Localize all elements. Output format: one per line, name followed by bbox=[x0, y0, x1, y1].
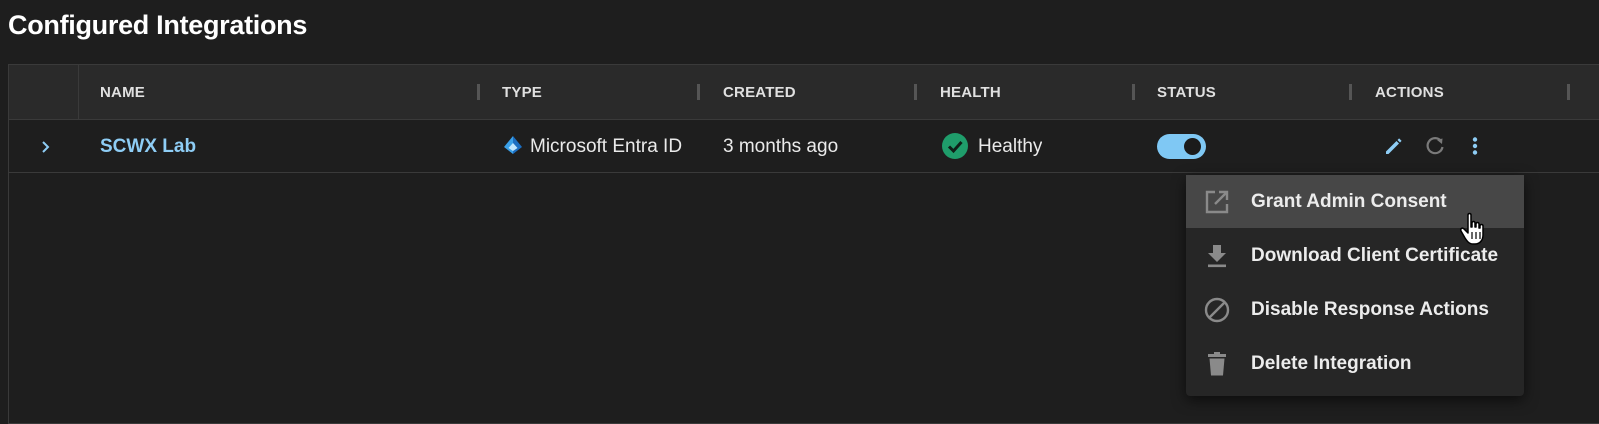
integration-name-link[interactable]: SCWX Lab bbox=[100, 136, 196, 157]
column-header-type[interactable]: TYPE bbox=[502, 65, 542, 120]
table-header: NAME TYPE CREATED HEALTH STATUS ACTIONS bbox=[9, 65, 1599, 120]
menu-item-label: Disable Response Actions bbox=[1251, 299, 1489, 320]
trash-icon bbox=[1204, 351, 1230, 377]
menu-item-disable-response-actions[interactable]: Disable Response Actions bbox=[1186, 283, 1524, 336]
column-resize-handle[interactable] bbox=[1132, 84, 1135, 100]
column-header-health[interactable]: HEALTH bbox=[940, 65, 1001, 120]
pencil-icon[interactable] bbox=[1383, 135, 1405, 157]
column-resize-handle[interactable] bbox=[477, 84, 480, 100]
menu-item-delete-integration[interactable]: Delete Integration bbox=[1186, 337, 1524, 390]
chevron-right-icon[interactable] bbox=[39, 139, 53, 155]
integration-type: Microsoft Entra ID bbox=[530, 136, 683, 157]
status-toggle[interactable] bbox=[1157, 134, 1206, 159]
hand-pointer-cursor-icon bbox=[1459, 212, 1489, 246]
column-header-actions: ACTIONS bbox=[1375, 84, 1444, 101]
integration-created: 3 months ago bbox=[723, 136, 839, 157]
microsoft-entra-icon bbox=[502, 135, 524, 157]
column-header-status[interactable]: STATUS bbox=[1157, 65, 1216, 120]
column-resize-handle[interactable] bbox=[1349, 84, 1352, 100]
toggle-knob bbox=[1184, 138, 1201, 155]
more-vertical-icon[interactable] bbox=[1464, 135, 1486, 157]
refresh-icon[interactable] bbox=[1424, 135, 1446, 157]
check-circle-icon bbox=[941, 132, 969, 160]
column-header-created[interactable]: CREATED bbox=[723, 65, 796, 120]
open-external-icon bbox=[1204, 189, 1230, 215]
table-row[interactable]: SCWX Lab Microsoft Entra ID 3 months ago… bbox=[9, 120, 1599, 173]
column-resize-handle[interactable] bbox=[914, 84, 917, 100]
health-status-label: Healthy bbox=[978, 136, 1043, 157]
download-icon bbox=[1204, 243, 1230, 269]
column-resize-handle[interactable] bbox=[697, 84, 700, 100]
block-icon bbox=[1204, 297, 1230, 323]
page-title: Configured Integrations bbox=[8, 10, 308, 40]
menu-item-label: Delete Integration bbox=[1251, 353, 1412, 374]
actions-dropdown-menu: Grant Admin Consent Download Client Cert… bbox=[1186, 175, 1524, 396]
menu-item-label: Grant Admin Consent bbox=[1251, 191, 1447, 212]
column-header-name[interactable]: NAME bbox=[100, 65, 145, 120]
column-resize-handle[interactable] bbox=[1567, 84, 1570, 100]
